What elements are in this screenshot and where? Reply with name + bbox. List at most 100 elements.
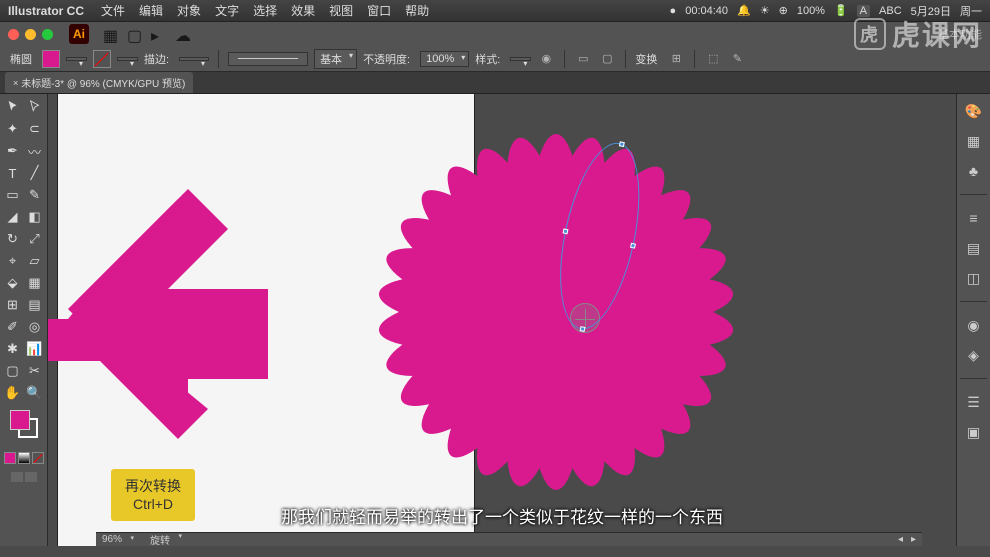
selection-tool[interactable] xyxy=(2,96,24,118)
zoom-tool[interactable]: 🔍 xyxy=(24,382,46,404)
screen-modes[interactable] xyxy=(11,472,37,482)
libraries-panel-icon[interactable]: ▣ xyxy=(963,421,985,443)
mesh-tool[interactable]: ⊞ xyxy=(2,294,24,316)
maximize-window[interactable] xyxy=(42,29,53,40)
flower-shape xyxy=(378,134,734,490)
swatches-panel-icon[interactable]: ▦ xyxy=(963,130,985,152)
menu-view[interactable]: 视图 xyxy=(329,2,353,19)
menu-type[interactable]: 文字 xyxy=(215,2,239,19)
close-tab-icon[interactable]: × xyxy=(13,78,18,88)
wifi-icon[interactable]: ⊕ xyxy=(779,4,788,17)
free-transform-tool[interactable]: ▱ xyxy=(24,250,46,272)
symbols-panel-icon[interactable]: ♣ xyxy=(963,160,985,182)
brush-preview[interactable] xyxy=(228,52,308,66)
appearance-panel-icon[interactable]: ◉ xyxy=(963,314,985,336)
artboard-tool[interactable]: ▢ xyxy=(2,360,24,382)
paintbrush-tool[interactable]: ✎ xyxy=(24,184,46,206)
fill-swatch[interactable] xyxy=(42,50,60,68)
shaper-tool[interactable]: ◢ xyxy=(2,206,24,228)
lasso-tool[interactable]: ⊂ xyxy=(24,118,46,140)
record-icon: ● xyxy=(670,5,677,17)
shortcut-tooltip: 再次转换 Ctrl+D xyxy=(111,469,195,521)
battery-icon: 🔋 xyxy=(834,4,848,17)
blend-tool[interactable]: ◎ xyxy=(24,316,46,338)
curvature-tool[interactable]: 〰 xyxy=(24,140,46,162)
symbol-sprayer-tool[interactable]: ✱ xyxy=(2,338,24,360)
close-window[interactable] xyxy=(8,29,19,40)
isolate-icon[interactable]: ⬚ xyxy=(704,50,722,68)
ime-badge[interactable]: A xyxy=(857,5,870,17)
zoom-level[interactable]: 96% xyxy=(102,534,134,545)
rotate-tool[interactable]: ↻ xyxy=(2,228,24,250)
battery: 100% xyxy=(797,5,825,17)
width-tool[interactable]: ⌖ xyxy=(2,250,24,272)
color-panel-icon[interactable]: 🎨 xyxy=(963,100,985,122)
direct-selection-tool[interactable] xyxy=(24,96,46,118)
workspace-label[interactable]: 基本功能 xyxy=(938,26,982,42)
menu-select[interactable]: 选择 xyxy=(253,2,277,19)
minimize-window[interactable] xyxy=(25,29,36,40)
menu-window[interactable]: 窗口 xyxy=(367,2,391,19)
menu-effect[interactable]: 效果 xyxy=(291,2,315,19)
type-tool[interactable]: T xyxy=(2,162,24,184)
edit-icon[interactable]: ✎ xyxy=(728,50,746,68)
stroke-label: 描边: xyxy=(144,51,169,67)
sun-icon[interactable]: ☀ xyxy=(760,4,770,17)
bridge-icon[interactable]: ▦ xyxy=(103,26,119,42)
shape-icon[interactable]: ▢ xyxy=(598,50,616,68)
layers-panel-icon[interactable]: ☰ xyxy=(963,391,985,413)
right-panel-dock: 🎨 ▦ ♣ ≡ ▤ ◫ ◉ ◈ ☰ ▣ xyxy=(956,94,990,546)
magic-wand-tool[interactable]: ✦ xyxy=(2,118,24,140)
gradient-tool[interactable]: ▤ xyxy=(24,294,46,316)
ime[interactable]: ABC xyxy=(879,5,902,17)
transform-label[interactable]: 变换 xyxy=(635,51,657,67)
notification-icon[interactable]: 🔔 xyxy=(737,4,751,17)
stroke-weight[interactable] xyxy=(179,57,209,61)
color-mode-row[interactable] xyxy=(4,452,44,464)
perspective-tool[interactable]: ▦ xyxy=(24,272,46,294)
menu-file[interactable]: 文件 xyxy=(101,2,125,19)
pen-tool[interactable]: ✒ xyxy=(2,140,24,162)
arrange-icon[interactable]: ▸ xyxy=(151,26,167,42)
stroke-swatch[interactable] xyxy=(93,50,111,68)
cloud-icon[interactable]: ☁ xyxy=(175,26,191,42)
control-bar: 椭圆 描边: 基本 不透明度: 100% 样式: ◉ ▭ ▢ 变换 ⊞ ⬚ ✎ xyxy=(0,46,990,72)
stroke-menu[interactable] xyxy=(117,57,138,61)
opacity-value[interactable]: 100% xyxy=(420,51,469,67)
tools-panel: ✦⊂ ✒〰 T╱ ▭✎ ◢◧ ↻⤢ ⌖▱ ⬙▦ ⊞▤ ✐◎ ✱📊 ▢✂ ✋🔍 xyxy=(0,94,48,546)
document-tab[interactable]: × 未标题-3* @ 96% (CMYK/GPU 预览) xyxy=(5,72,193,93)
rectangle-tool[interactable]: ▭ xyxy=(2,184,24,206)
opacity-label: 不透明度: xyxy=(363,51,410,67)
line-tool[interactable]: ╱ xyxy=(24,162,46,184)
transparency-panel-icon[interactable]: ◫ xyxy=(963,267,985,289)
eyedropper-tool[interactable]: ✐ xyxy=(2,316,24,338)
status-mode[interactable]: 旋转 xyxy=(150,532,182,546)
eraser-tool[interactable]: ◧ xyxy=(24,206,46,228)
menu-help[interactable]: 帮助 xyxy=(405,2,429,19)
recolor-icon[interactable]: ◉ xyxy=(537,50,555,68)
scale-tool[interactable]: ⤢ xyxy=(24,228,46,250)
style-dd[interactable] xyxy=(510,57,531,61)
fill-stroke-box[interactable] xyxy=(10,410,38,438)
transform-panel-icon[interactable]: ⊞ xyxy=(667,50,685,68)
app-name: Illustrator CC xyxy=(8,4,84,18)
fill-menu[interactable] xyxy=(66,57,87,61)
artboard-nav[interactable]: ◂▸ xyxy=(898,534,916,545)
canvas[interactable]: 再次转换 Ctrl+D 那我们就轻而易举的转出了一个类似于花纹一样的一个东西 9… xyxy=(48,94,956,546)
menu-object[interactable]: 对象 xyxy=(177,2,201,19)
graph-tool[interactable]: 📊 xyxy=(24,338,46,360)
align-icon[interactable]: ▭ xyxy=(574,50,592,68)
shape-builder-tool[interactable]: ⬙ xyxy=(2,272,24,294)
style-label: 样式: xyxy=(475,51,500,67)
hand-tool[interactable]: ✋ xyxy=(2,382,24,404)
workspace: ✦⊂ ✒〰 T╱ ▭✎ ◢◧ ↻⤢ ⌖▱ ⬙▦ ⊞▤ ✐◎ ✱📊 ▢✂ ✋🔍 xyxy=(0,94,990,546)
app-titlebar: Ai ▦ ▢ ▸ ☁ 基本功能 xyxy=(0,22,990,46)
basic-dd[interactable]: 基本 xyxy=(314,49,357,69)
slice-tool[interactable]: ✂ xyxy=(24,360,46,382)
selection-type: 椭圆 xyxy=(10,51,32,67)
stock-icon[interactable]: ▢ xyxy=(127,26,143,42)
gradient-panel-icon[interactable]: ▤ xyxy=(963,237,985,259)
stroke-panel-icon[interactable]: ≡ xyxy=(963,207,985,229)
graphic-styles-panel-icon[interactable]: ◈ xyxy=(963,344,985,366)
menu-edit[interactable]: 编辑 xyxy=(139,2,163,19)
